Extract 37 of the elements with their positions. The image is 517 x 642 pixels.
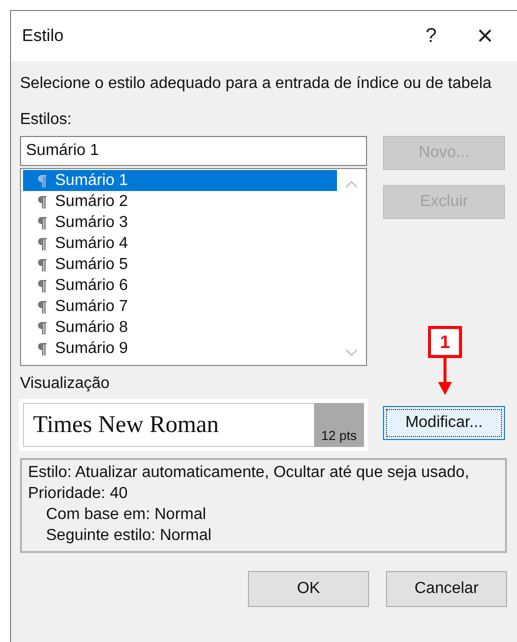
scroll-down-icon[interactable] [344,348,358,357]
description-detail: Seguinte estilo: Normal [45,526,212,546]
help-button[interactable]: ? [411,16,451,56]
preview-label: Visualização [20,374,111,394]
paragraph-mark-icon [37,300,47,314]
callout-number: 1 [428,326,462,358]
style-list-item[interactable]: Sumário 9 [23,338,337,359]
font-sample: Times New Roman [32,410,220,440]
style-name-field[interactable]: Sumário 1 [20,136,367,166]
arrow-icon [437,358,453,396]
close-button[interactable]: × [465,16,505,56]
paragraph-mark-icon [37,342,47,356]
paragraph-mark-icon [37,216,47,230]
description-detail: Com base em: Normal [45,505,208,525]
style-list-item[interactable]: Sumário 8 [23,317,337,338]
scroll-up-icon[interactable] [344,180,358,189]
paragraph-mark-icon [37,194,47,208]
paragraph-mark-icon [37,236,47,250]
styles-label: Estilos: [20,110,73,130]
dialog-button[interactable]: Cancelar [386,571,507,607]
paragraph-mark-icon [37,258,47,272]
style-list-item[interactable]: Sumário 7 [23,296,337,317]
paragraph-mark-icon [37,278,47,292]
style-list-item[interactable]: Sumário 5 [23,254,337,275]
window-title: Estilo [22,26,65,46]
paragraph-mark-icon [37,174,47,188]
font-size-label: 12 pts [314,403,364,447]
style-list-item[interactable]: Sumário 1 [23,170,337,191]
style-list-item[interactable]: Sumário 3 [23,212,337,233]
instruction-text: Selecione o estilo adequado para a entrada de índice ou de tabela [20,74,492,94]
description-text: Estilo: Atualizar automaticamente, Ocultar até que seja usado, Prioridade: 40 [28,463,470,504]
paragraph-mark-icon [37,320,47,334]
style-list-item[interactable]: Sumário 6 [23,275,337,296]
style-list-item[interactable]: Sumário 4 [23,233,337,254]
dialog-button[interactable]: OK [248,571,369,607]
style-list-item[interactable]: Sumário 2 [23,191,337,212]
modify-button[interactable]: Modificar... [383,406,505,440]
